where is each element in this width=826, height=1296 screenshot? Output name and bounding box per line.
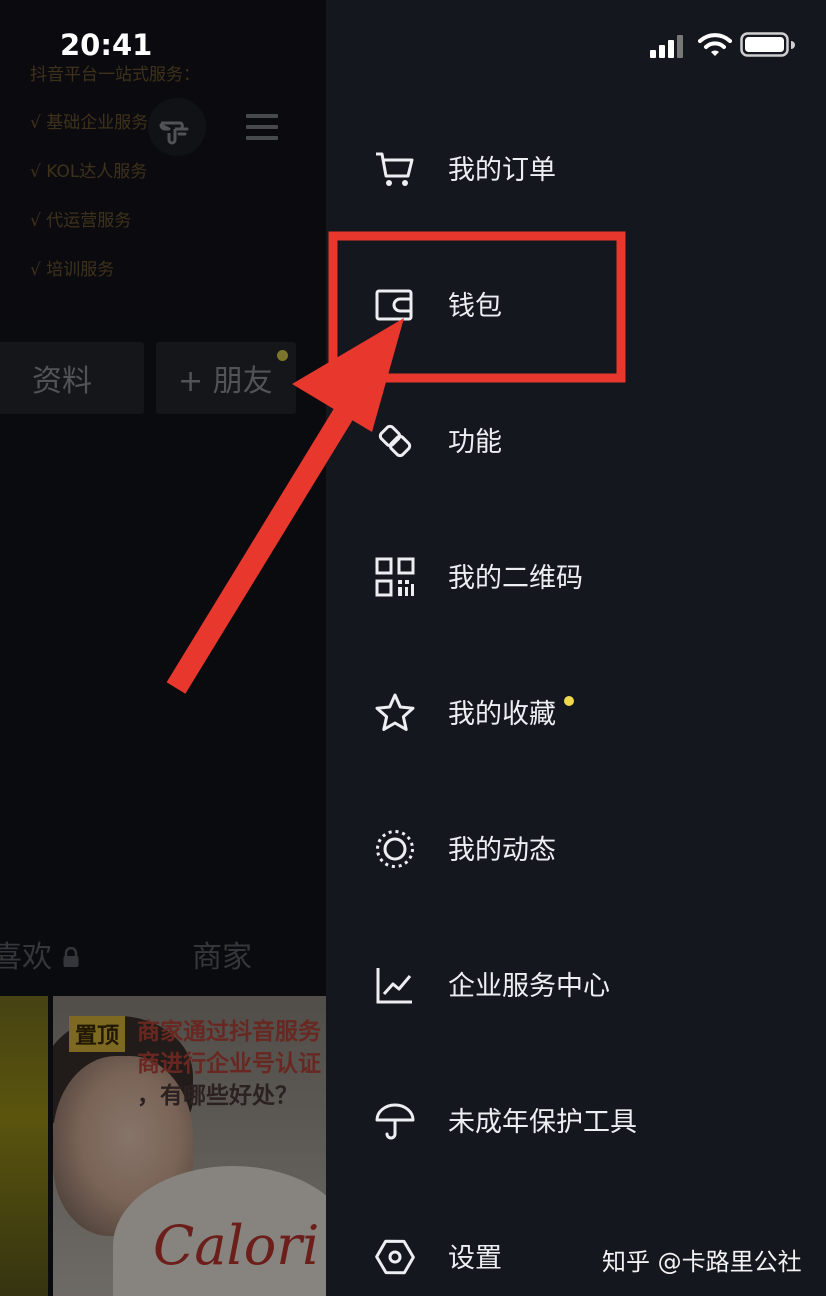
- menu-item-label: 我的订单: [448, 155, 556, 186]
- qr-code-icon: [375, 557, 415, 597]
- menu-item-label: 我的二维码: [448, 563, 583, 594]
- menu-item-label: 我的动态: [448, 835, 556, 866]
- menu-item-activity[interactable]: 我的动态: [326, 808, 826, 888]
- status-time: 20:41: [60, 28, 153, 62]
- new-badge-dot: [564, 696, 574, 706]
- profile-page-background: 抖音平台一站式服务： √ 基础企业服务 √ KOL达人服务 √ 代运营服务 √ …: [0, 0, 326, 1296]
- menu-item-label: 未成年保护工具: [448, 1107, 637, 1138]
- menu-item-wallet[interactable]: 钱包: [326, 264, 826, 344]
- function-icon: [378, 424, 412, 458]
- wallet-icon: [375, 289, 413, 321]
- menu-item-label: 我的收藏: [448, 699, 556, 730]
- battery-icon: [740, 32, 795, 57]
- menu-item-label: 钱包: [448, 291, 502, 322]
- menu-item-label: 设置: [448, 1243, 502, 1274]
- umbrella-icon: [375, 1103, 415, 1140]
- cellular-signal-icon: [650, 35, 683, 58]
- side-drawer-menu: 我的订单 钱包 功能 我的二维码 我的收藏 我的动态 企业服务中心 未成年保护工…: [326, 0, 826, 1296]
- chart-icon: [376, 968, 412, 1004]
- menu-item-favorites[interactable]: 我的收藏: [326, 672, 826, 752]
- menu-item-minor-protection[interactable]: 未成年保护工具: [326, 1080, 826, 1160]
- menu-item-label: 功能: [448, 427, 502, 458]
- wifi-icon: [698, 33, 732, 56]
- menu-item-qr-code[interactable]: 我的二维码: [326, 536, 826, 616]
- watermark: 知乎 @卡路里公社: [602, 1248, 802, 1276]
- menu-item-enterprise-center[interactable]: 企业服务中心: [326, 944, 826, 1024]
- dim-overlay[interactable]: [0, 0, 326, 1296]
- menu-item-functions[interactable]: 功能: [326, 400, 826, 480]
- status-icons: [650, 32, 800, 62]
- menu-item-label: 企业服务中心: [448, 971, 610, 1002]
- menu-item-orders[interactable]: 我的订单: [326, 128, 826, 208]
- star-icon: [375, 693, 415, 731]
- activity-circle-icon: [376, 830, 414, 868]
- cart-icon: [376, 152, 414, 186]
- settings-hex-icon: [375, 1239, 415, 1275]
